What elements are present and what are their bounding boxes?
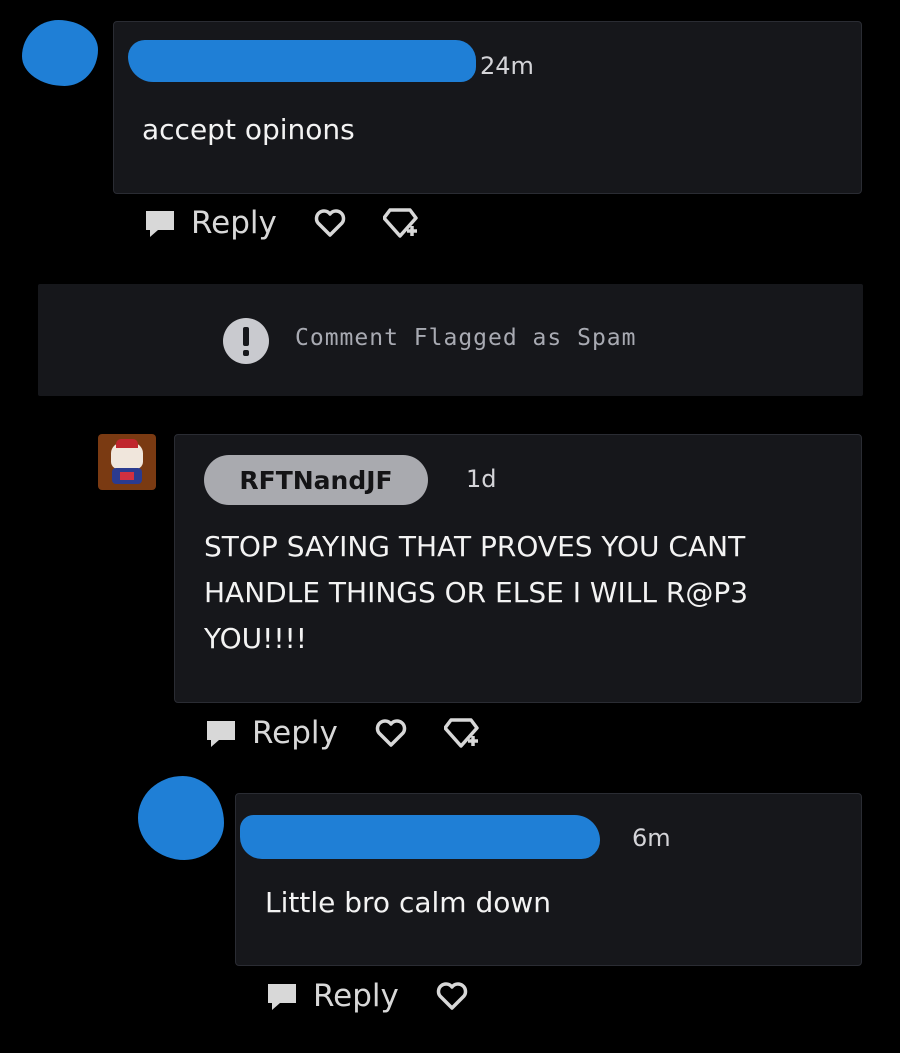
timestamp: 24m [480,52,534,80]
reply-button[interactable]: Reply [143,205,277,241]
timestamp: 6m [632,824,671,852]
avatar[interactable] [98,434,156,490]
reply-button[interactable]: Reply [265,978,399,1014]
exclamation-circle-icon [223,318,269,364]
comment-text: Little bro calm down [265,886,552,919]
comment-actions: Reply [143,205,421,241]
heart-outline-icon[interactable] [435,980,469,1012]
reply-button[interactable]: Reply [204,715,338,751]
username-pill[interactable]: RFTNandJF [204,455,428,505]
reply-label: Reply [191,205,277,241]
avatar-redacted[interactable] [22,20,98,86]
speech-bubble-icon [268,984,296,1010]
comment-text-line: YOU!!!! [204,622,308,655]
comment-text: STOP SAYING THAT PROVES YOU CANT HANDLE … [204,524,748,662]
speech-bubble-icon [146,211,174,237]
reply-label: Reply [252,715,338,751]
gem-plus-icon[interactable] [443,716,482,750]
speech-bubble-icon [207,721,235,747]
comment-text: accept opinons [142,113,355,146]
comment-actions: Reply [204,715,482,751]
avatar-figure [120,472,134,480]
comment-text-line: HANDLE THINGS OR ELSE I WILL R@P3 [204,576,749,609]
comment-actions: Reply [265,978,469,1014]
heart-outline-icon[interactable] [313,207,347,239]
username-redacted[interactable] [240,815,600,859]
comment-text-line: STOP SAYING THAT PROVES YOU CANT [204,530,746,563]
avatar-redacted[interactable] [138,776,224,860]
timestamp: 1d [466,465,497,493]
username-redacted[interactable] [128,40,476,82]
avatar-figure [116,439,138,448]
gem-plus-icon[interactable] [382,206,421,240]
heart-outline-icon[interactable] [374,717,408,749]
reply-label: Reply [313,978,399,1014]
spam-flag-text: Comment Flagged as Spam [295,325,637,351]
